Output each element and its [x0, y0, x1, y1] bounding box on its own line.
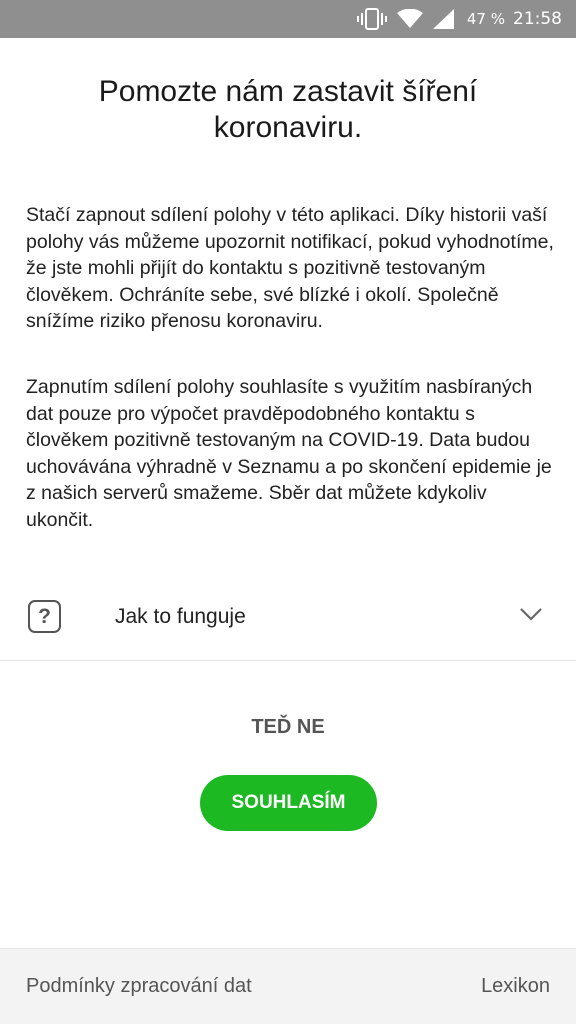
- divider: [0, 660, 576, 661]
- not-now-button[interactable]: TEĎ NE: [188, 710, 388, 744]
- consent-paragraph: Zapnutím sdílení polohy souhlasíte s vyu…: [26, 376, 552, 531]
- chevron-down-icon: [519, 606, 543, 627]
- footer: Podmínky zpracování dat Lexikon: [0, 948, 576, 1024]
- status-bar: 47 % 21:58: [0, 0, 576, 38]
- how-it-works-label: Jak to funguje: [115, 605, 246, 628]
- vibrate-icon: [356, 8, 387, 30]
- consent-sheet: Pomozte nám zastavit šíření koronaviru. …: [0, 38, 576, 1024]
- clock: 21:58: [513, 9, 562, 29]
- agree-button[interactable]: SOUHLASÍM: [200, 775, 377, 831]
- dialog-title: Pomozte nám zastavit šíření koronaviru.: [98, 75, 478, 144]
- how-it-works-expander[interactable]: ? Jak to funguje: [0, 586, 576, 648]
- intro-paragraph: Stačí zapnout sdílení polohy v této apli…: [26, 204, 554, 332]
- lexicon-link[interactable]: Lexikon: [481, 975, 550, 998]
- question-mark-icon: ?: [28, 600, 61, 633]
- signal-icon: [432, 9, 455, 29]
- data-processing-terms-link[interactable]: Podmínky zpracování dat: [26, 975, 252, 998]
- wifi-icon: [396, 9, 423, 29]
- battery-level: 47 %: [466, 10, 505, 28]
